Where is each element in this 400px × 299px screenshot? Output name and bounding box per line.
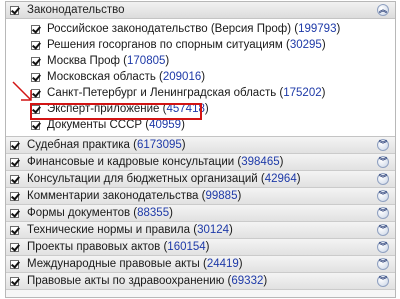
section-row[interactable]: Правовые акты по здравоохранению (69332)… (6, 273, 395, 290)
checkbox-checked-icon[interactable] (10, 140, 19, 150)
section-row[interactable]: Финансовые и кадровые консультации (3984… (6, 154, 395, 171)
expand-section-button[interactable]: ︾ (377, 258, 389, 270)
section-label: Проекты правовых актов (27, 241, 161, 253)
chevron-double-down-icon: ︾ (379, 157, 387, 166)
section-title: Законодательство (27, 4, 125, 16)
document-count-link[interactable]: 160154 (167, 241, 205, 253)
section-label: Консультации для бюджетных организаций (27, 173, 258, 185)
list-item[interactable]: Российское законодательство (Версия Проф… (6, 21, 395, 37)
checkbox-checked-icon[interactable] (10, 191, 19, 201)
expand-section-button[interactable]: ︾ (377, 190, 389, 202)
list-item-expert-appendix[interactable]: Эксперт-приложение (457418) (6, 101, 395, 117)
chevron-double-down-icon: ︾ (379, 140, 387, 149)
expand-section-button[interactable]: ︾ (377, 275, 389, 287)
legislation-item-list: Российское законодательство (Версия Проф… (6, 19, 395, 137)
list-item[interactable]: Москва Проф (170805) (6, 53, 395, 69)
expand-section-button[interactable]: ︾ (377, 139, 389, 151)
document-count-link[interactable]: 6173095 (137, 139, 182, 151)
checkbox-checked-icon[interactable] (10, 225, 19, 235)
document-count-link[interactable]: 88355 (137, 207, 169, 219)
checkbox-checked-icon[interactable] (10, 242, 19, 252)
section-label: Финансовые и кадровые консультации (27, 156, 235, 168)
document-count-link[interactable]: 457418 (166, 103, 204, 115)
checkbox-checked-icon[interactable] (31, 120, 40, 130)
section-row[interactable]: Комментарии законодательства (99885) ︾ (6, 188, 395, 205)
item-label: Эксперт-приложение (47, 103, 160, 115)
chevron-double-down-icon: ︾ (379, 191, 387, 200)
section-header-legislation[interactable]: Законодательство ︽ (6, 2, 395, 19)
checkbox-checked-icon[interactable] (10, 157, 19, 167)
collapse-section-button[interactable]: ︽ (377, 4, 389, 16)
chevron-double-up-icon: ︽ (379, 5, 387, 14)
checkbox-checked-icon[interactable] (10, 276, 19, 286)
checkbox-checked-icon[interactable] (10, 208, 19, 218)
checkbox-checked-icon[interactable] (10, 174, 19, 184)
document-count-link[interactable]: 170805 (127, 55, 165, 67)
red-arrow-pointer-icon (12, 81, 32, 101)
chevron-double-down-icon: ︾ (379, 208, 387, 217)
expand-section-button[interactable]: ︾ (377, 241, 389, 253)
item-label: Документы СССР (47, 119, 143, 131)
chevron-double-down-icon: ︾ (379, 174, 387, 183)
document-count-link[interactable]: 99885 (205, 190, 237, 202)
information-bank-panel: Законодательство ︽ Российское законодате… (5, 1, 396, 298)
document-count-link[interactable]: 398465 (241, 156, 279, 168)
item-label: Решения госорганов по спорным ситуациям (47, 39, 283, 51)
checkbox-checked-icon[interactable] (10, 259, 19, 269)
document-count-link[interactable]: 175202 (283, 87, 321, 99)
document-count-link[interactable]: 209016 (163, 71, 201, 83)
item-label: Московская область (47, 71, 156, 83)
checkbox-checked-icon[interactable] (31, 40, 40, 50)
section-row[interactable]: Консультации для бюджетных организаций (… (6, 171, 395, 188)
checkbox-checked-icon[interactable] (31, 56, 40, 66)
expand-section-button[interactable]: ︾ (377, 207, 389, 219)
section-label: Комментарии законодательства (27, 190, 199, 202)
section-label: Международные правовые акты (27, 258, 200, 270)
section-row[interactable]: Судебная практика (6173095) ︾ (6, 137, 395, 154)
chevron-double-down-icon: ︾ (379, 225, 387, 234)
chevron-double-down-icon: ︾ (379, 276, 387, 285)
document-count-link[interactable]: 40959 (149, 119, 181, 131)
expand-section-button[interactable]: ︾ (377, 224, 389, 236)
chevron-double-down-icon: ︾ (379, 242, 387, 251)
document-count-link[interactable]: 24419 (207, 258, 239, 270)
section-row[interactable]: Технические нормы и правила (30124) ︾ (6, 222, 395, 239)
section-label: Технические нормы и правила (27, 224, 191, 236)
item-label: Санкт-Петербург и Ленинградская область (47, 87, 277, 99)
expand-section-button[interactable]: ︾ (377, 156, 389, 168)
section-label: Судебная практика (27, 139, 130, 151)
section-row[interactable]: Формы документов (88355) ︾ (6, 205, 395, 222)
checkbox-checked-icon[interactable] (31, 24, 40, 34)
document-count-link[interactable]: 69332 (231, 275, 263, 287)
document-count-link[interactable]: 30295 (290, 39, 322, 51)
document-count-link[interactable]: 30124 (197, 224, 229, 236)
section-row[interactable]: Проекты правовых актов (160154) ︾ (6, 239, 395, 256)
item-label: Российское законодательство (Версия Проф… (47, 23, 292, 35)
section-label: Правовые акты по здравоохранению (27, 275, 225, 287)
list-item[interactable]: Решения госорганов по спорным ситуациям … (6, 37, 395, 53)
list-item[interactable]: Документы СССР (40959) (6, 117, 395, 133)
expand-section-button[interactable]: ︾ (377, 173, 389, 185)
checkbox-checked-icon[interactable] (10, 5, 19, 15)
chevron-double-down-icon: ︾ (379, 259, 387, 268)
section-row[interactable]: Международные правовые акты (24419) ︾ (6, 256, 395, 273)
item-label: Москва Проф (47, 55, 120, 67)
document-count-link[interactable]: 42964 (265, 173, 297, 185)
checkbox-checked-icon[interactable] (31, 104, 40, 114)
section-label: Формы документов (27, 207, 131, 219)
document-count-link[interactable]: 199793 (298, 23, 336, 35)
list-item[interactable]: Санкт-Петербург и Ленинградская область … (6, 85, 395, 101)
list-item[interactable]: Московская область (209016) (6, 69, 395, 85)
